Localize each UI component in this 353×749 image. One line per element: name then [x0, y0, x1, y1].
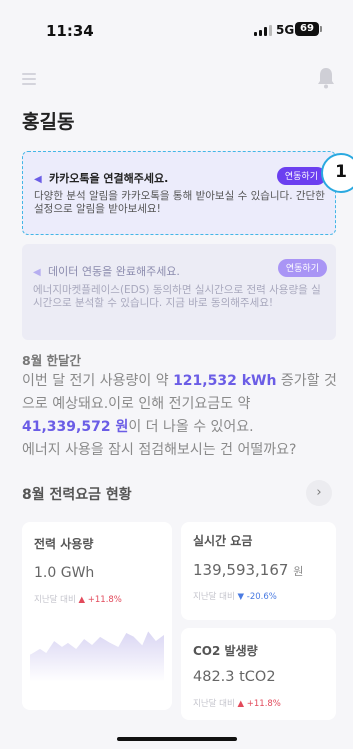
step-badge: 1: [321, 153, 353, 193]
eds-connect-notice[interactable]: ◀ 데이터 연동을 완료해주세요. 연동하기 에너지마켓플레이스(EDS) 동의하…: [22, 244, 336, 340]
compare-label: 지난달 대비: [193, 699, 235, 709]
change-badge: ▲ +11.8%: [78, 595, 122, 605]
status-time: 11:34: [46, 22, 94, 40]
section-title: 8월 전력요금 현황: [22, 487, 132, 503]
card-value-unit: 원: [293, 565, 304, 578]
kakao-notice-title-text: 카카오톡을 연결해주세요.: [49, 172, 169, 185]
card-compare: 지난달 대비 ▲ +11.8%: [34, 593, 122, 605]
compare-label: 지난달 대비: [193, 592, 235, 602]
battery-tip: [320, 26, 322, 32]
page-title: 홍길동: [22, 111, 75, 133]
battery-icon: 69: [295, 22, 319, 36]
usage-highlight: 121,532 kWh: [173, 373, 277, 389]
summary-line1-a: 이번 달 전기 사용량이 약: [22, 373, 174, 389]
summary-line2: 이 더 나올 수 있어요.: [128, 419, 254, 435]
eds-notice-title: ◀ 데이터 연동을 완료해주세요.: [33, 263, 180, 279]
card-value-number: 139,593,167: [193, 561, 289, 579]
kakao-connect-button[interactable]: 연동하기: [276, 167, 326, 185]
card-label: 실시간 요금: [193, 534, 253, 548]
card-label: 전력 사용량: [34, 537, 94, 551]
signal-icon: [254, 25, 274, 36]
megaphone-icon: ◀: [33, 267, 41, 278]
chevron-right-icon[interactable]: ›: [306, 480, 332, 506]
home-indicator: [117, 737, 237, 741]
power-usage-card[interactable]: 전력 사용량 1.0 GWh 지난달 대비 ▲ +11.8%: [22, 522, 172, 710]
co2-emission-card[interactable]: CO2 발생량 482.3 tCO2 지난달 대비 ▲ +11.8%: [181, 628, 336, 720]
card-value: 482.3 tCO2: [193, 669, 276, 685]
cost-highlight: 41,339,572 원: [22, 419, 129, 435]
app-screen: 11:34 5G 69 홍길동 ◀ 카카오톡을 연결해주세요. 연동하기 다양한 …: [0, 0, 353, 749]
kakao-notice-description: 다양한 분석 알림을 카카오톡을 통해 받아보실 수 있습니다. 간단한 설정으…: [34, 190, 325, 215]
eds-notice-title-text: 데이터 연동을 완료해주세요.: [48, 265, 180, 278]
compare-label: 지난달 대비: [34, 595, 76, 605]
kakao-connect-notice[interactable]: ◀ 카카오톡을 연결해주세요. 연동하기 다양한 분석 알림을 카카오톡을 통해 …: [22, 151, 336, 235]
summary-line3: 에너지 사용을 잠시 점검해보시는 건 어떨까요?: [22, 442, 297, 458]
status-bar: 11:34 5G 69: [0, 0, 353, 56]
change-badge: ▲ +11.8%: [237, 699, 281, 709]
menu-icon[interactable]: [22, 73, 36, 85]
change-badge: ▼ -20.6%: [237, 592, 277, 602]
bell-icon[interactable]: [316, 66, 336, 90]
kakao-notice-title: ◀ 카카오톡을 연결해주세요.: [34, 170, 168, 186]
card-compare: 지난달 대비 ▼ -20.6%: [193, 590, 277, 602]
eds-connect-button[interactable]: 연동하기: [277, 259, 327, 277]
realtime-cost-card[interactable]: 실시간 요금 139,593,167 원 지난달 대비 ▼ -20.6%: [181, 522, 336, 620]
eds-notice-description: 에너지마켓플레이스(EDS) 동의하면 실시간으로 전력 사용량을 실시간으로 …: [33, 284, 321, 309]
summary-heading: 8월 한달간: [22, 353, 82, 368]
network-type: 5G: [276, 23, 295, 37]
card-label: CO2 발생량: [193, 644, 258, 658]
card-value: 139,593,167 원: [193, 561, 303, 579]
card-value: 1.0 GWh: [34, 565, 95, 581]
summary-text: 이번 달 전기 사용량이 약 121,532 kWh 증가할 것으로 예상돼요.…: [22, 370, 342, 462]
megaphone-icon: ◀: [34, 174, 42, 185]
usage-sparkline: [30, 628, 164, 682]
card-compare: 지난달 대비 ▲ +11.8%: [193, 697, 281, 709]
